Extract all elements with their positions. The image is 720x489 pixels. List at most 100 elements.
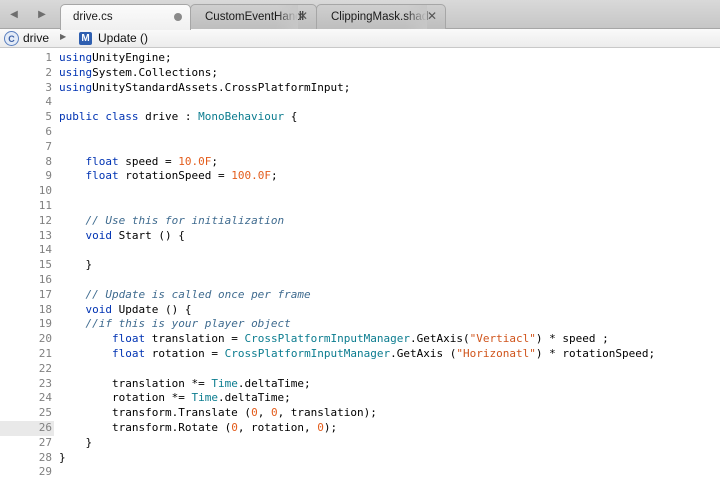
code-line[interactable]: 28} (0, 451, 720, 466)
code-line[interactable]: 5 public class drive : MonoBehaviour { (0, 110, 720, 125)
breadcrumb-method[interactable]: Update () (98, 31, 148, 45)
line-number: 7 (45, 139, 52, 153)
code-line[interactable]: 9 float rotationSpeed = 100.0F; (0, 169, 720, 184)
line-code: float translation = CrossPlatformInputMa… (59, 332, 609, 347)
line-number: 4 (45, 95, 52, 109)
code-line[interactable]: 19 //if this is your player object (0, 317, 720, 332)
line-code: } (59, 258, 92, 273)
breadcrumb-class[interactable]: drive (23, 31, 49, 45)
code-line[interactable]: 12 // Use this for initialization (0, 214, 720, 229)
code-token: //if this is your player object (85, 317, 291, 331)
line-code: void Start () { (59, 229, 185, 244)
code-line[interactable]: 1 usingUnityEngine; (0, 51, 720, 66)
code-token: Time (191, 391, 218, 405)
code-token: .deltaTime; (237, 376, 311, 390)
code-token: UnityStandardAssets.CrossPlatformInput; (92, 80, 351, 94)
code-token: } (59, 435, 93, 449)
code-token: 100.0F (231, 169, 271, 183)
code-line[interactable]: 29 (0, 465, 720, 480)
code-line[interactable]: 2 usingSystem.Collections; (0, 66, 720, 81)
code-line[interactable]: 26 transform.Rotate (0, rotation, 0); (0, 421, 720, 436)
breadcrumb: C drive ▶ M Update () (0, 29, 720, 48)
line-number: 22 (38, 361, 52, 375)
code-line[interactable]: 22 (0, 362, 720, 377)
line-number: 23 (38, 376, 52, 390)
code-token: Start () { (112, 228, 185, 242)
code-line[interactable]: 25 transform.Translate (0, 0, translatio… (0, 406, 720, 421)
tab-custom-event-handler[interactable]: CustomEventHandl ✕ (190, 4, 317, 29)
close-icon[interactable]: ✕ (296, 9, 310, 23)
tab-clipping-mask-shader[interactable]: ClippingMask.shad ✕ (316, 4, 446, 29)
line-number: 27 (38, 435, 52, 449)
line-number: 14 (38, 243, 52, 257)
code-line[interactable]: 6 (0, 125, 720, 140)
code-token: ; (211, 154, 218, 168)
code-line[interactable]: 16 (0, 273, 720, 288)
tab-drive-cs[interactable]: drive.cs (60, 4, 191, 30)
line-number: 8 (45, 154, 52, 168)
code-line[interactable]: 23 translation *= Time.deltaTime; (0, 377, 720, 392)
code-token: System.Collections; (92, 65, 218, 79)
code-line[interactable]: 13 void Start () { (0, 229, 720, 244)
class-icon: C (4, 31, 19, 46)
code-token: .GetAxis( (410, 332, 470, 346)
code-token: , translation); (277, 406, 377, 420)
line-number: 1 (45, 51, 52, 64)
line-code: usingSystem.Collections; (59, 66, 218, 81)
code-editor[interactable]: 1 usingUnityEngine; 2 usingSystem.Collectio… (0, 49, 720, 489)
arrow-right-icon: ▶ (38, 8, 46, 20)
code-line[interactable]: 27 } (0, 436, 720, 451)
code-token: translation *= (59, 376, 212, 390)
tab-title: drive.cs (73, 11, 113, 23)
line-number: 17 (38, 287, 52, 301)
code-token: 0 (251, 406, 258, 420)
code-line[interactable]: 3 usingUnityStandardAssets.CrossPlatformI… (0, 81, 720, 96)
code-line[interactable]: 8 float speed = 10.0F; (0, 155, 720, 170)
line-code: float speed = 10.0F; (59, 155, 218, 170)
line-code: rotation *= Time.deltaTime; (59, 391, 291, 406)
code-line[interactable]: 21 float rotation = CrossPlatformInputMa… (0, 347, 720, 362)
line-number: 6 (45, 125, 52, 138)
line-code: usingUnityStandardAssets.CrossPlatformIn… (59, 81, 350, 96)
code-line[interactable]: 10 (0, 184, 720, 199)
line-number: 25 (38, 406, 52, 420)
code-token: rotation = (145, 347, 225, 360)
code-token: "Horizonatl" (456, 347, 536, 360)
method-icon: M (79, 32, 92, 45)
code-line[interactable]: 14 (0, 243, 720, 258)
code-token: float (111, 347, 146, 360)
nav-back-button[interactable]: ◀ (0, 0, 28, 28)
code-token: ) * speed ; (535, 332, 609, 346)
code-line[interactable]: 4 (0, 95, 720, 110)
line-number: 29 (38, 465, 52, 479)
line-number: 3 (45, 80, 52, 94)
code-line[interactable]: 7 (0, 140, 720, 155)
code-token: ); (323, 421, 338, 434)
code-line[interactable]: 11 (0, 199, 720, 214)
code-line[interactable]: 18 void Update () { (0, 303, 720, 318)
code-token: using (59, 65, 93, 79)
code-token: 10.0F (178, 154, 212, 168)
line-number: 11 (38, 199, 52, 212)
code-line[interactable]: 24 rotation *= Time.deltaTime; (0, 391, 720, 406)
code-line[interactable]: 17 // Update is called once per frame (0, 288, 720, 303)
line-code: transform.Rotate (0, rotation, 0); (59, 421, 337, 436)
code-line[interactable]: 15 } (0, 258, 720, 273)
code-line[interactable]: 20 float translation = CrossPlatformInpu… (0, 332, 720, 347)
tab-title: CustomEventHandl (205, 11, 305, 23)
close-icon[interactable]: ✕ (425, 9, 439, 23)
line-code: } (59, 451, 66, 466)
line-number: 10 (38, 184, 52, 198)
unsaved-dot-icon[interactable] (174, 13, 182, 21)
code-token: } (59, 258, 93, 272)
code-token: ) * rotationSpeed; (535, 347, 656, 360)
line-code: usingUnityEngine; (59, 51, 172, 66)
line-number: 19 (38, 317, 52, 331)
nav-forward-button[interactable]: ▶ (28, 0, 56, 28)
